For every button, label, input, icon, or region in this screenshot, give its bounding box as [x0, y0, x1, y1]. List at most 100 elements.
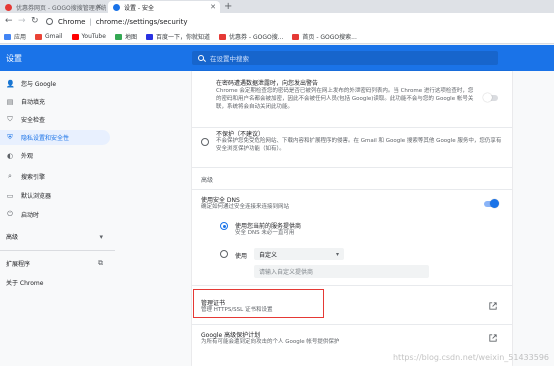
address-url: chrome://settings/security — [95, 17, 188, 26]
secure-dns-desc: 确定如何通过安全连接来连接到网站 — [201, 204, 290, 210]
sidebar-item-label: 默认浏览器 — [21, 193, 52, 200]
tab-strip: 优惠券网页 - GOGO搜搜管理系统 ✕ 设置 - 安全 ✕ + — [0, 0, 554, 13]
browser-icon: ▭ — [6, 191, 14, 200]
power-icon: ⏻ — [7, 210, 13, 218]
baidu-icon — [145, 33, 153, 40]
toggle-knob — [483, 93, 492, 102]
input-placeholder: 请输入自定义提供商 — [259, 269, 314, 276]
open-in-new-icon: ⧉ — [98, 259, 103, 267]
chevron-down-icon: ▾ — [99, 232, 103, 241]
bookmark-label: 应用 — [14, 34, 27, 41]
sidebar-item-label: 启动时 — [21, 212, 40, 219]
sidebar-item-advanced[interactable]: 高级 ▾ — [0, 229, 115, 244]
tab-settings-security[interactable]: 设置 - 安全 ✕ — [108, 1, 220, 13]
sidebar-item-label: 安全检查 — [21, 117, 46, 124]
apps-icon — [4, 33, 11, 40]
maps-icon — [114, 33, 122, 40]
bookmark-label: 百度一下，你就知道 — [155, 34, 210, 41]
password-warning-title: 在密码遭遇数据泄露时，向您发出警告 — [216, 80, 319, 87]
open-in-new-icon[interactable] — [489, 302, 497, 310]
palette-icon: ◐ — [6, 151, 14, 160]
close-icon[interactable]: ✕ — [96, 3, 102, 11]
secure-dns-toggle[interactable] — [484, 199, 499, 208]
open-in-new-icon[interactable] — [489, 334, 497, 342]
password-warning-toggle[interactable] — [483, 93, 498, 102]
sidebar: 👤 您与 Google ▤ 自动填充 ⛉ 安全检查 ⛨ 隐私设置和安全性 ◐ 外观 ⌕ 搜索… — [0, 71, 115, 366]
bookmark-label: Gmail — [45, 33, 63, 40]
settings-search-input[interactable]: 在设置中搜索 — [192, 51, 498, 65]
sidebar-item-appearance[interactable]: ◐ 外观 — [0, 148, 115, 163]
divider — [192, 285, 512, 286]
bookmark-label: 优惠券 - GOGO搜... — [228, 34, 284, 41]
dns-provider-select[interactable]: 自定义 ▾ — [254, 248, 344, 260]
sidebar-item-autofill[interactable]: ▤ 自动填充 — [0, 94, 115, 109]
gmail-icon — [35, 33, 43, 40]
custom-provider-input[interactable]: 请输入自定义提供商 — [254, 265, 429, 278]
custom-provider-label: 使用 — [235, 253, 248, 260]
no-protection-radio[interactable] — [201, 138, 209, 146]
address-separator: | — [89, 17, 92, 26]
new-tab-button[interactable]: + — [224, 0, 232, 13]
person-icon: 👤 — [6, 79, 15, 88]
sidebar-item-default-browser[interactable]: ▭ 默认浏览器 — [0, 188, 115, 203]
settings-header: 设置 在设置中搜索 — [0, 45, 554, 71]
bookmarks-bar: 应用 Gmail YouTube 地图 百度一下，你就知道 优惠券 - GOGO… — [0, 30, 554, 44]
sidebar-item-label: 您与 Google — [21, 81, 57, 88]
divider — [192, 167, 512, 168]
current-provider-radio[interactable] — [220, 222, 228, 230]
sidebar-item-privacy-security[interactable]: ⛨ 隐私设置和安全性 — [0, 130, 110, 145]
back-icon[interactable]: ← — [5, 15, 13, 27]
site-info-icon[interactable] — [46, 18, 53, 25]
tab-title: 优惠券网页 - GOGO搜搜管理系统 — [16, 4, 106, 12]
search-placeholder: 在设置中搜索 — [210, 55, 249, 63]
bookmark-home[interactable]: 首页 - GOGO搜索... — [292, 32, 357, 41]
no-protection-desc: 不会保护您免受危险网站、下载内容和扩展程序的侵害。在 Gmail 和 Googl… — [216, 138, 502, 152]
bookmark-baidu[interactable]: 百度一下，你就知道 — [145, 32, 210, 41]
reload-icon[interactable]: ↻ — [31, 15, 39, 27]
sidebar-item-safety-check[interactable]: ⛉ 安全检查 — [0, 112, 115, 127]
tab-coupon[interactable]: 优惠券网页 - GOGO搜搜管理系统 ✕ — [0, 1, 106, 13]
bookmark-maps[interactable]: 地图 — [114, 32, 137, 41]
toggle-knob — [490, 199, 499, 208]
custom-provider-radio[interactable] — [220, 250, 228, 258]
forward-icon[interactable]: → — [18, 15, 26, 27]
sidebar-item-about-chrome[interactable]: 关于 Chrome — [0, 275, 115, 290]
divider — [192, 324, 512, 325]
main-content: 在密码遭遇数据泄露时，向您发出警告 Chrome 会定期检查您的密码是否已被列在… — [115, 71, 554, 366]
advanced-section-label: 高级 — [201, 177, 214, 184]
gogo-icon — [292, 33, 300, 40]
address-prefix: Chrome — [58, 17, 86, 26]
bookmark-gmail[interactable]: Gmail — [35, 33, 63, 40]
sidebar-item-label: 自动填充 — [21, 99, 46, 106]
settings-card: 在密码遭遇数据泄露时，向您发出警告 Chrome 会定期检查您的密码是否已被列在… — [192, 71, 512, 366]
manage-certificates-highlight — [193, 289, 324, 318]
sidebar-item-on-startup[interactable]: ⏻ 启动时 — [0, 207, 115, 222]
sidebar-item-label: 外观 — [21, 153, 34, 160]
bookmark-apps[interactable]: 应用 — [4, 32, 26, 41]
select-value: 自定义 — [259, 251, 278, 259]
sidebar-item-you-and-google[interactable]: 👤 您与 Google — [0, 76, 115, 91]
bookmark-coupon[interactable]: 优惠券 - GOGO搜... — [218, 32, 284, 41]
search-icon — [198, 55, 204, 61]
watermark: https://blog.csdn.net/weixin_51433596 — [392, 353, 549, 362]
sidebar-item-search-engine[interactable]: ⌕ 搜索引擎 — [0, 169, 115, 184]
bookmark-youtube[interactable]: YouTube — [71, 33, 106, 40]
current-provider-desc: 安全 DNS 未必一直可用 — [235, 230, 295, 236]
bookmark-label: YouTube — [81, 33, 106, 40]
gogo-icon — [218, 33, 226, 40]
close-icon[interactable]: ✕ — [210, 3, 216, 11]
sidebar-item-label: 搜索引擎 — [21, 174, 46, 181]
shield-icon: ⛨ — [7, 133, 13, 141]
password-warning-desc: Chrome 会定期检查您的密码是否已被列在网上发布的外泄密码列表内。当 Chr… — [216, 88, 474, 110]
bookmark-label: 地图 — [124, 34, 137, 41]
sidebar-item-label: 扩展程序 — [6, 261, 31, 268]
tab-title: 设置 - 安全 — [124, 4, 154, 12]
shield-check-icon: ⛉ — [7, 115, 13, 123]
youtube-icon — [71, 33, 79, 40]
address-bar[interactable]: Chrome | chrome://settings/security — [46, 15, 554, 28]
search-icon: ⌕ — [8, 172, 12, 180]
sidebar-item-extensions[interactable]: 扩展程序 ⧉ — [0, 256, 115, 271]
autofill-icon: ▤ — [6, 97, 14, 106]
divider — [192, 127, 512, 128]
sidebar-item-label: 高级 — [6, 234, 19, 241]
